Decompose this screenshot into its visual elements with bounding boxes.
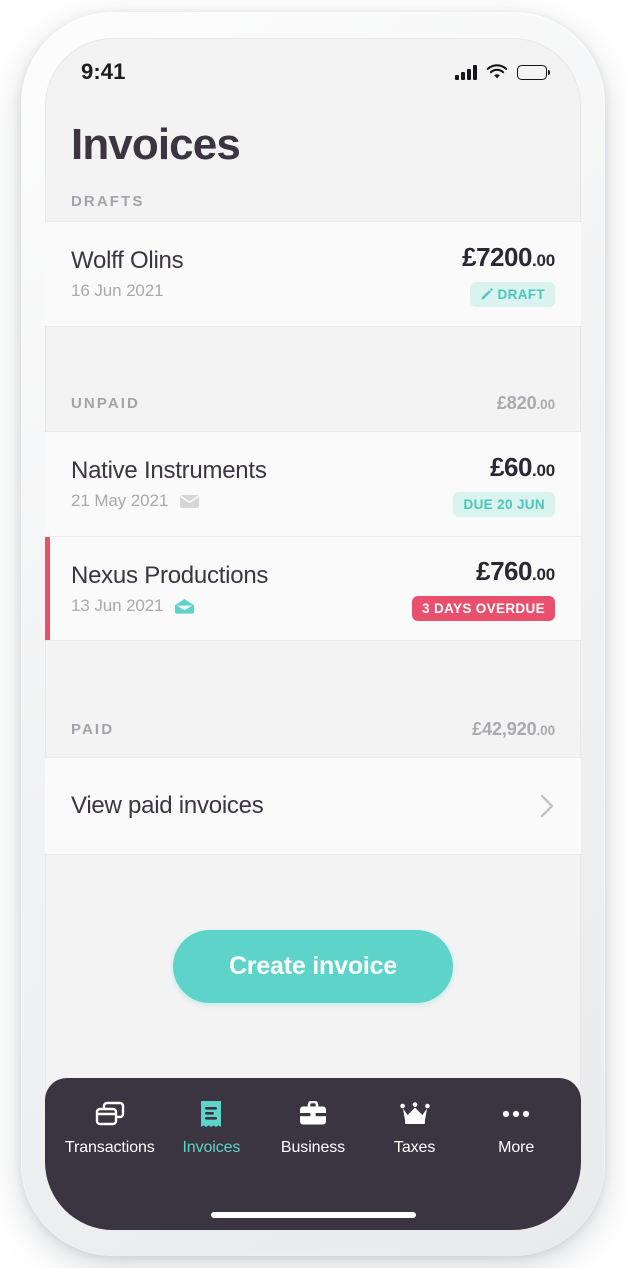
page-title: Invoices xyxy=(71,120,241,169)
client-name: Nexus Productions xyxy=(71,561,269,589)
status-badge-label: 3 DAYS OVERDUE xyxy=(422,601,545,617)
view-paid-invoices-label: View paid invoices xyxy=(71,792,264,820)
invoice-row-meta: 16 Jun 2021 xyxy=(71,281,183,301)
status-bar-icons xyxy=(455,64,551,80)
receipt-icon xyxy=(198,1098,224,1130)
home-indicator[interactable] xyxy=(210,1212,416,1218)
invoice-row[interactable]: Nexus Productions 13 Jun 2021 £760.00 3 … xyxy=(45,536,581,641)
invoice-row-meta: 21 May 2021 xyxy=(71,491,267,511)
invoice-row-meta: 13 Jun 2021 xyxy=(71,596,268,616)
phone-frame: 9:41 Invoices DRAFTS Wolff Olins 16 Jun … xyxy=(21,12,605,1256)
tab-more[interactable]: More xyxy=(465,1098,567,1157)
screenshot-stage: 9:41 Invoices DRAFTS Wolff Olins 16 Jun … xyxy=(0,0,626,1268)
invoice-row-right: £60.00 DUE 20 JUN xyxy=(453,452,555,517)
tab-label: Taxes xyxy=(393,1139,436,1156)
tab-transactions[interactable]: Transactions xyxy=(59,1098,161,1157)
envelope-closed-icon xyxy=(179,493,200,509)
tab-invoices[interactable]: Invoices xyxy=(161,1098,263,1157)
invoice-amount-cents: .00 xyxy=(531,460,555,480)
cellular-signal-icon xyxy=(455,64,477,80)
section-header-drafts: DRAFTS xyxy=(45,168,581,222)
cards-icon xyxy=(94,1098,126,1130)
invoice-amount: £760.00 xyxy=(476,556,555,587)
invoice-row[interactable]: Native Instruments 21 May 2021 £60.00 DU… xyxy=(45,432,581,537)
invoice-amount: £7200.00 xyxy=(462,242,555,273)
invoices-content: Invoices DRAFTS Wolff Olins 16 Jun 2021 xyxy=(45,96,581,1078)
drafts-row-group: Wolff Olins 16 Jun 2021 £7200.00 DRAFT xyxy=(45,222,581,327)
section-label: UNPAID xyxy=(71,394,140,412)
tab-business[interactable]: Business xyxy=(262,1098,364,1157)
status-badge: DUE 20 JUN xyxy=(453,491,555,517)
invoice-amount-main: £760 xyxy=(476,556,532,587)
briefcase-icon xyxy=(298,1098,328,1130)
status-badge-label: DUE 20 JUN xyxy=(463,496,545,512)
battery-full-icon xyxy=(517,64,551,80)
invoice-amount-main: £7200 xyxy=(462,241,532,272)
invoice-row[interactable]: Wolff Olins 16 Jun 2021 £7200.00 DRAFT xyxy=(45,222,581,327)
section-total-amount: £820 xyxy=(496,392,537,413)
section-total: £42,920.00 xyxy=(472,719,555,740)
envelope-open-icon xyxy=(174,598,195,614)
invoice-amount: £60.00 xyxy=(490,452,555,483)
section-label: DRAFTS xyxy=(71,193,145,211)
section-total-amount: £42,920 xyxy=(472,718,537,739)
status-bar-time: 9:41 xyxy=(81,59,126,84)
status-badge: DRAFT xyxy=(469,281,555,307)
invoice-date: 21 May 2021 xyxy=(71,491,169,511)
tab-list: Transactions Invoices Business Taxes Mor… xyxy=(59,1098,567,1157)
invoice-amount-cents: .00 xyxy=(531,565,555,585)
invoice-amount-main: £60 xyxy=(490,451,532,482)
section-total: £820.00 xyxy=(497,393,555,414)
status-badge-label: DRAFT xyxy=(497,286,545,302)
crown-icon xyxy=(399,1098,430,1130)
tab-label: More xyxy=(498,1139,535,1156)
section-total-cents: .00 xyxy=(536,396,556,412)
home-indicator-area xyxy=(59,1212,567,1230)
tab-label: Transactions xyxy=(64,1139,155,1156)
bottom-tab-bar: Transactions Invoices Business Taxes Mor… xyxy=(45,1078,581,1230)
invoice-row-right: £7200.00 DRAFT xyxy=(462,242,555,307)
section-label: PAID xyxy=(71,720,115,738)
status-badge: 3 DAYS OVERDUE xyxy=(412,596,555,622)
invoice-row-left: Nexus Productions 13 Jun 2021 xyxy=(71,562,268,616)
invoice-row-left: Native Instruments 21 May 2021 xyxy=(71,457,267,511)
invoice-amount-cents: .00 xyxy=(531,250,555,270)
create-invoice-button[interactable]: Create invoice xyxy=(172,929,454,1003)
status-bar: 9:41 xyxy=(45,38,581,96)
client-name: Native Instruments xyxy=(71,457,267,485)
pencil-icon xyxy=(480,288,493,301)
invoice-row-left: Wolff Olins 16 Jun 2021 xyxy=(71,247,184,301)
client-name: Wolff Olins xyxy=(71,247,184,275)
cta-area: Create invoice xyxy=(45,854,581,1078)
phone-screen: 9:41 Invoices DRAFTS Wolff Olins 16 Jun … xyxy=(45,38,581,1230)
ellipsis-icon xyxy=(502,1098,530,1130)
tab-taxes[interactable]: Taxes xyxy=(364,1098,466,1157)
section-header-paid: PAID £42,920.00 xyxy=(45,700,581,758)
view-paid-invoices-row[interactable]: View paid invoices xyxy=(45,758,581,855)
tab-label: Invoices xyxy=(182,1139,241,1156)
section-total-cents: .00 xyxy=(536,722,556,738)
tab-label: Business xyxy=(280,1139,346,1156)
invoice-date: 13 Jun 2021 xyxy=(71,595,164,615)
unpaid-row-group: Native Instruments 21 May 2021 £60.00 DU… xyxy=(45,432,581,641)
invoice-date: 16 Jun 2021 xyxy=(71,281,164,301)
wifi-icon xyxy=(486,64,508,80)
invoice-row-right: £760.00 3 DAYS OVERDUE xyxy=(412,556,555,622)
chevron-right-icon xyxy=(539,793,555,819)
section-header-unpaid: UNPAID £820.00 xyxy=(45,374,581,432)
